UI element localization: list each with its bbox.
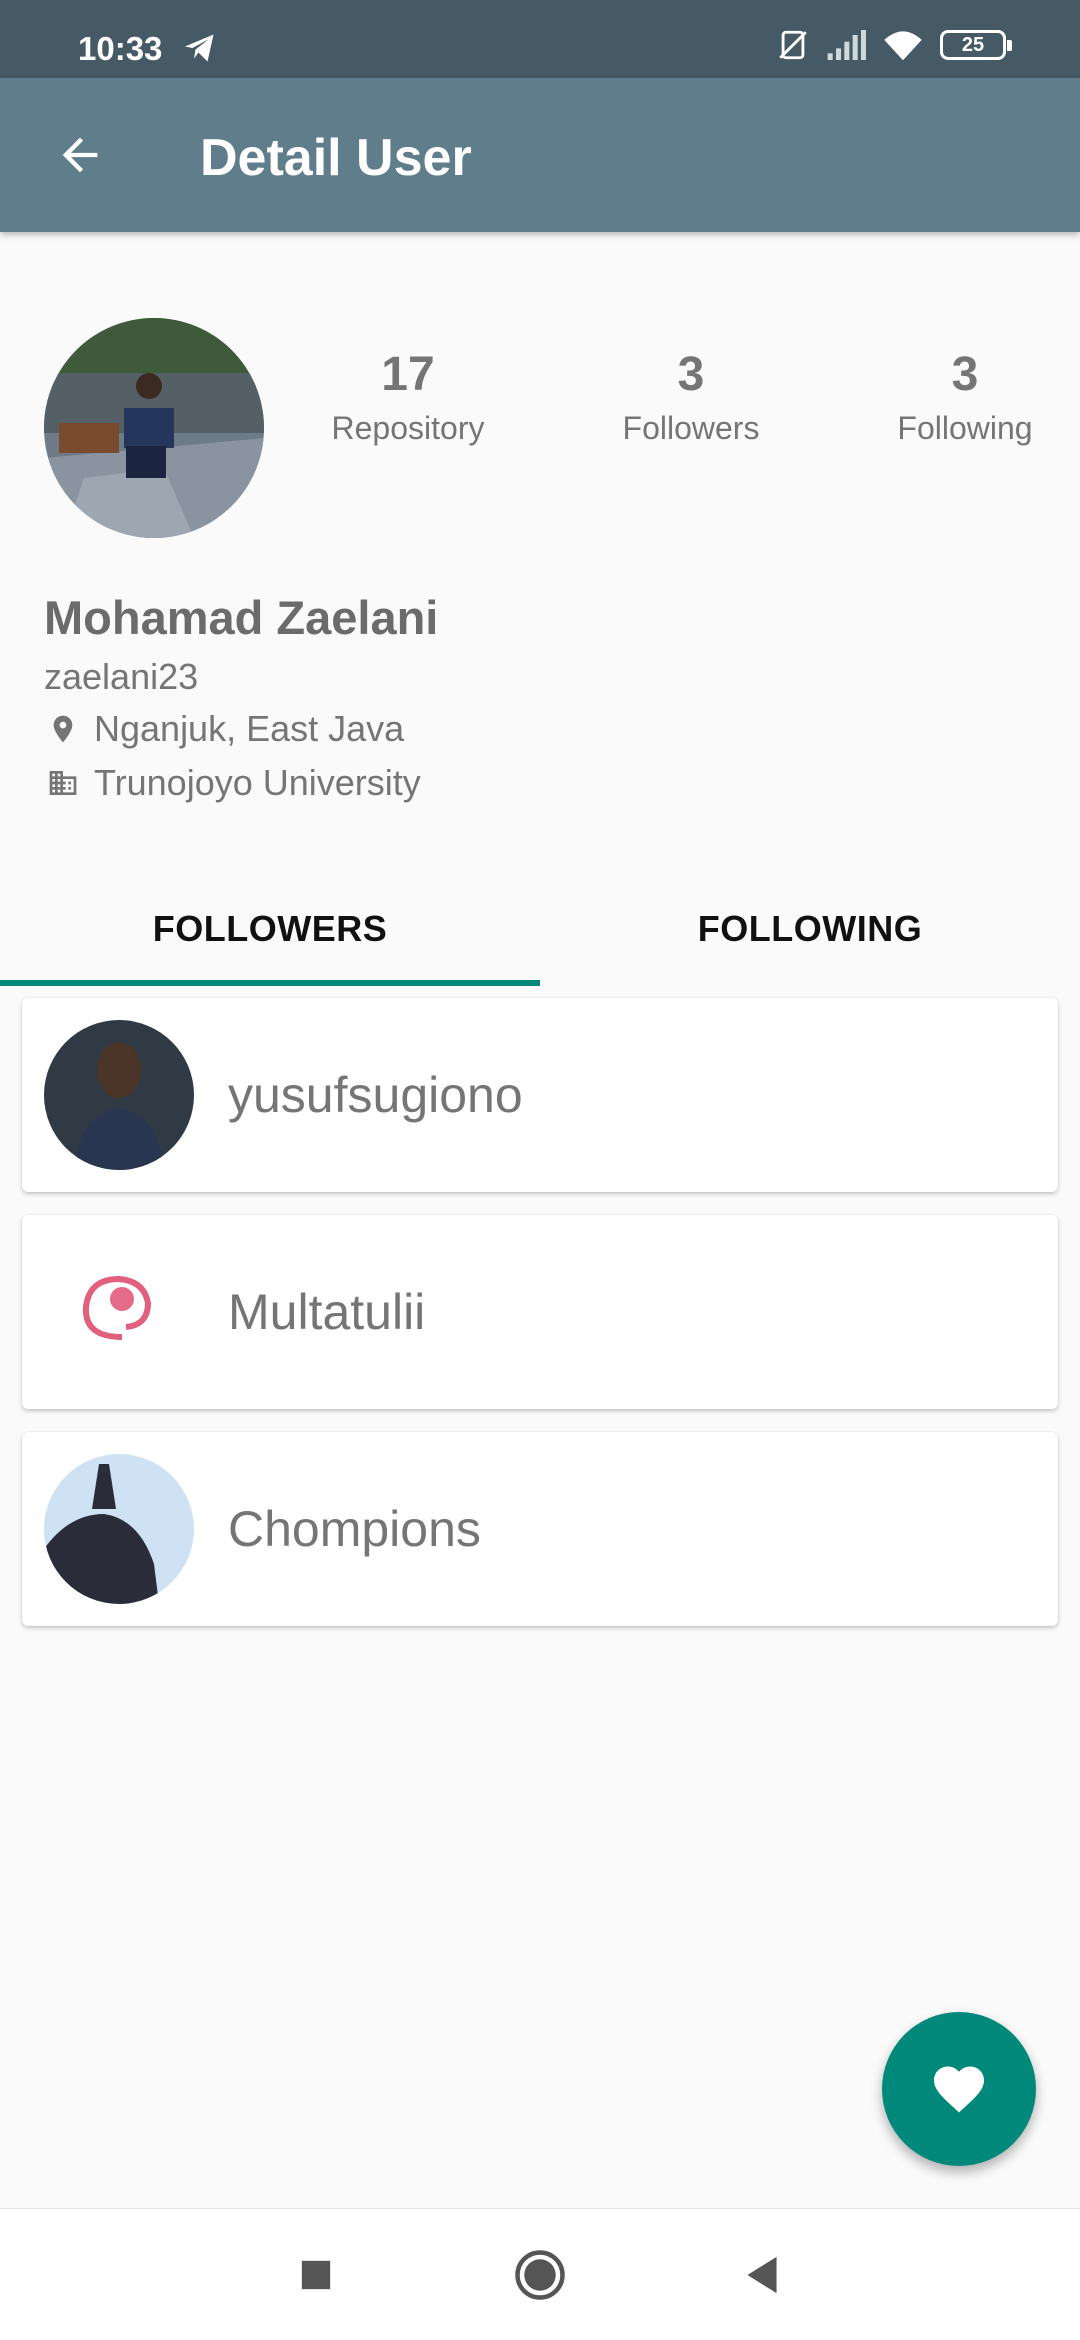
list-item[interactable]: yusufsugiono: [22, 998, 1058, 1192]
user-avatar: [44, 1237, 194, 1387]
user-avatar: [44, 1020, 194, 1170]
stat-repository-label: Repository: [331, 410, 485, 446]
stat-followers-label: Followers: [622, 410, 760, 446]
app-bar: Detail User: [0, 78, 1080, 232]
user-login: Chompions: [228, 1501, 481, 1557]
profile-username: zaelani23: [44, 656, 199, 697]
profile-name: Mohamad Zaelani: [44, 591, 439, 644]
status-icons: 25: [776, 28, 1012, 62]
profile-avatar: [44, 318, 264, 538]
back-button[interactable]: [40, 115, 120, 195]
stat-following: 3 Following: [855, 345, 1075, 451]
stat-following-value: 3: [951, 348, 979, 401]
location-pin-icon: [44, 710, 82, 748]
stat-following-label: Following: [897, 410, 1033, 446]
back-nav-button[interactable]: [720, 2233, 804, 2317]
user-avatar: [44, 1454, 194, 1604]
user-login: Multatulii: [228, 1284, 426, 1340]
signal-icon: [827, 30, 866, 60]
building-icon: [44, 764, 82, 802]
user-login: yusufsugiono: [228, 1067, 523, 1123]
recents-square-icon: [301, 2260, 331, 2290]
home-circle-icon: [515, 2250, 565, 2300]
tab-followers[interactable]: FOLLOWERS: [0, 872, 540, 986]
stat-followers: 3 Followers: [581, 345, 801, 451]
tab-indicator: [0, 980, 540, 986]
stat-followers-value: 3: [677, 348, 705, 401]
wifi-icon: [884, 31, 922, 61]
favorite-fab[interactable]: [882, 2012, 1036, 2166]
battery-icon: 25: [940, 30, 1012, 60]
page-title: Detail User: [200, 129, 472, 187]
arrow-back-icon: [62, 137, 98, 173]
home-button[interactable]: [498, 2233, 582, 2317]
profile-company-text: Trunojoyo University: [94, 762, 421, 803]
list-item[interactable]: Chompions: [22, 1432, 1058, 1626]
recents-button[interactable]: [274, 2233, 358, 2317]
telegram-icon: [185, 34, 214, 62]
tab-following[interactable]: FOLLOWING: [540, 872, 1080, 986]
profile-location-text: Nganjuk, East Java: [94, 708, 405, 749]
list-item[interactable]: Multatulii: [22, 1215, 1058, 1409]
tab-bar: FOLLOWERS FOLLOWING: [0, 872, 1080, 986]
profile-location: Nganjuk, East Java: [44, 708, 404, 750]
stat-repository-value: 17: [381, 348, 435, 401]
system-nav-bar: [0, 2208, 1080, 2340]
battery-level: 25: [961, 33, 985, 56]
heart-icon: [934, 2066, 984, 2113]
back-triangle-icon: [747, 2256, 777, 2294]
status-bar: 10:33 25: [0, 0, 1080, 78]
stat-repository: 17 Repository: [298, 345, 518, 451]
profile-company: Trunojoyo University: [44, 762, 421, 804]
status-time: 10:33: [78, 30, 163, 67]
no-sim-icon: [779, 30, 807, 60]
